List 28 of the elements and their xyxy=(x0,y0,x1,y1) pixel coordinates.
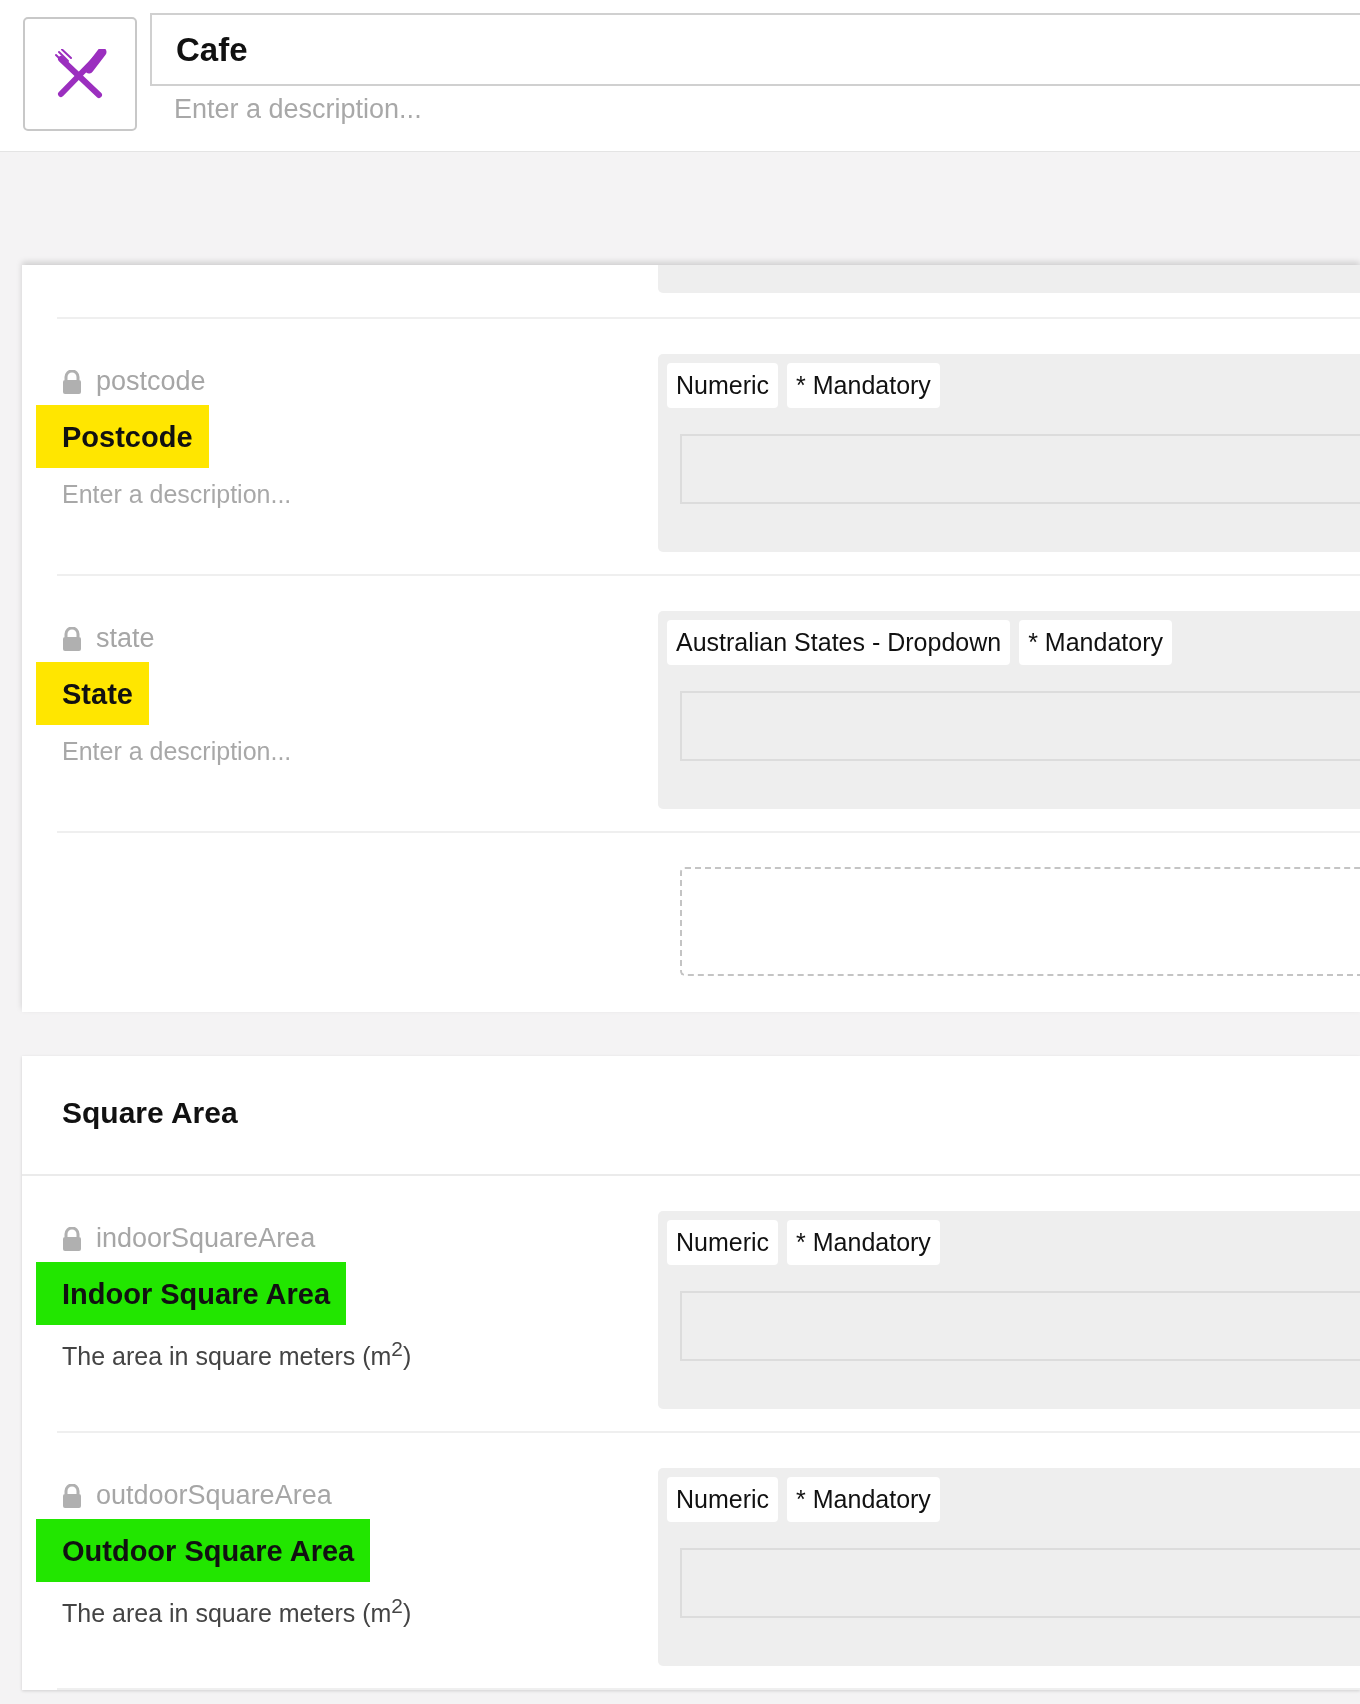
property-tag: * Mandatory xyxy=(787,363,940,408)
property-alias: state xyxy=(96,623,155,654)
property-label[interactable]: Outdoor Square Area xyxy=(36,1519,371,1582)
property-label[interactable]: Postcode xyxy=(36,405,209,468)
property-description[interactable]: The area in square meters (m$^{2}$) xyxy=(62,1337,412,1372)
property-tag: Numeric xyxy=(667,1477,779,1522)
property-tag: * Mandatory xyxy=(787,1220,940,1265)
property-alias: indoorSquareArea xyxy=(96,1223,316,1254)
property-tag: * Mandatory xyxy=(787,1477,940,1522)
description-field[interactable]: Enter a description... xyxy=(150,86,1360,125)
property-alias: outdoorSquareArea xyxy=(96,1480,332,1511)
drop-zone[interactable] xyxy=(680,867,1360,976)
lock-icon xyxy=(62,369,82,394)
property-tag: Numeric xyxy=(667,1220,779,1265)
lock-icon xyxy=(62,1226,82,1251)
property-description[interactable]: The area in square meters (m$^{2}$) xyxy=(62,1594,412,1629)
property-alias: postcode xyxy=(96,366,206,397)
lock-icon xyxy=(62,1483,82,1508)
fork-knife-icon xyxy=(53,49,107,99)
group-title: Square Area xyxy=(61,1095,239,1131)
title-field[interactable]: Cafe xyxy=(150,13,1360,86)
property-tag: Numeric xyxy=(667,363,779,408)
property-tag: * Mandatory xyxy=(1019,620,1172,665)
property-label[interactable]: State xyxy=(36,662,149,725)
property-label[interactable]: Indoor Square Area xyxy=(36,1262,347,1325)
icon-picker[interactable] xyxy=(23,17,137,131)
property-tag: Australian States - Dropdown xyxy=(667,620,1011,665)
lock-icon xyxy=(62,626,82,651)
